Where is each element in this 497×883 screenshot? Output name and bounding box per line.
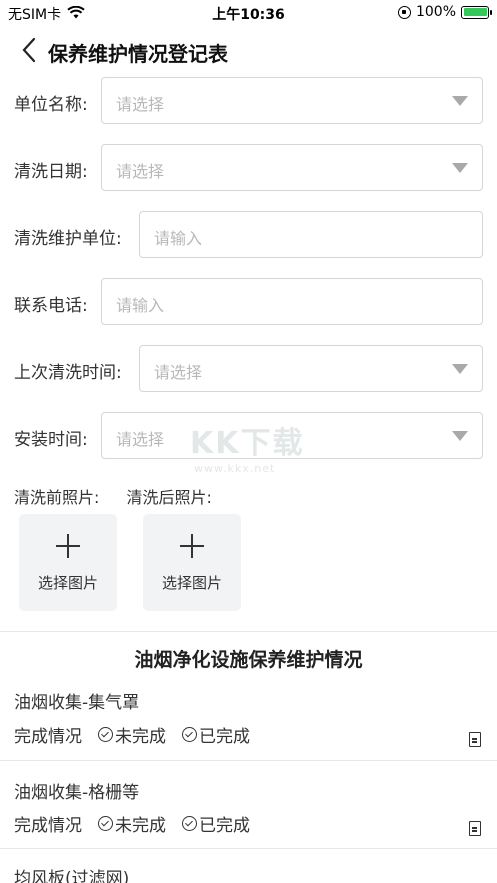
last-clean-label: 上次清洗时间: (14, 363, 122, 383)
option-incomplete[interactable]: 未完成 (98, 811, 166, 836)
install-time-select[interactable]: 请选择 (101, 412, 483, 459)
section-title: 油烟净化设施保养维护情况 (134, 649, 363, 671)
last-clean-placeholder: 请选择 (154, 363, 203, 382)
install-time-label: 安装时间: (14, 430, 88, 450)
after-photo-label: 清洗后照片: (126, 488, 212, 507)
last-clean-row: 上次清洗时间: 请选择 (0, 345, 497, 393)
check-circle-icon (182, 816, 197, 831)
clean-date-row: 清洗日期: 请选择 (0, 144, 497, 192)
option-incomplete[interactable]: 未完成 (98, 722, 166, 747)
item-status: 完成情况 未完成 已完成 (14, 722, 250, 747)
dropdown-arrow-icon (452, 163, 468, 173)
select-image-label: 选择图片 (161, 574, 222, 592)
option-incomplete-label: 未完成 (115, 816, 166, 836)
phone-placeholder: 请输入 (116, 296, 165, 315)
dropdown-arrow-icon (452, 364, 468, 374)
divider (0, 848, 497, 849)
unit-name-label: 单位名称: (14, 95, 88, 115)
battery-percent: 100% (415, 4, 456, 20)
unit-name-placeholder: 请选择 (116, 95, 165, 114)
page-title: 保养维护情况登记表 (48, 42, 228, 66)
divider (0, 631, 497, 632)
install-time-row: 安装时间: 请选择 (0, 412, 497, 460)
check-circle-icon (98, 727, 113, 742)
maintain-unit-label: 清洗维护单位: (14, 229, 122, 249)
option-complete-label: 已完成 (199, 727, 250, 747)
chevron-left-icon (22, 37, 36, 63)
clean-date-placeholder: 请选择 (116, 162, 165, 181)
nav-bar: 保养维护情况登记表 (0, 30, 497, 70)
select-image-label: 选择图片 (37, 574, 98, 592)
orientation-lock-icon (397, 5, 411, 19)
status-label: 完成情况 (14, 816, 82, 836)
option-incomplete-label: 未完成 (115, 727, 166, 747)
clean-date-label: 清洗日期: (14, 162, 88, 182)
photo-labels: 清洗前照片: 清洗后照片: (14, 484, 234, 508)
unit-name-select[interactable]: 请选择 (101, 77, 483, 124)
battery-icon (461, 5, 492, 19)
dropdown-arrow-icon (452, 96, 468, 106)
maintain-unit-placeholder: 请输入 (154, 229, 203, 248)
unit-name-row: 单位名称: 请选择 (0, 77, 497, 125)
check-circle-icon (98, 816, 113, 831)
divider (0, 760, 497, 761)
last-clean-select[interactable]: 请选择 (139, 345, 483, 392)
phone-row: 联系电话: 请输入 (0, 278, 497, 326)
before-photo-picker[interactable]: 选择图片 (19, 514, 117, 611)
item-status: 完成情况 未完成 已完成 (14, 811, 250, 836)
option-complete[interactable]: 已完成 (182, 722, 250, 747)
watermark-url: www.kkx.net (194, 462, 276, 475)
check-circle-icon (182, 727, 197, 742)
install-time-placeholder: 请选择 (116, 430, 165, 449)
after-photo-picker[interactable]: 选择图片 (143, 514, 241, 611)
option-complete[interactable]: 已完成 (182, 811, 250, 836)
maintain-unit-input[interactable]: 请输入 (139, 211, 483, 258)
phone-label: 联系电话: (14, 296, 88, 316)
back-button[interactable] (18, 36, 42, 64)
status-label: 完成情况 (14, 727, 82, 747)
maintain-unit-row: 清洗维护单位: 请输入 (0, 211, 497, 259)
document-icon[interactable] (469, 821, 481, 836)
item-title: 油烟收集-集气罩 (14, 693, 140, 713)
status-bar: 无SIM卡 上午10:36 100% (0, 0, 497, 26)
document-icon[interactable] (469, 732, 481, 747)
clean-date-select[interactable]: 请选择 (101, 144, 483, 191)
item-title: 油烟收集-格栅等 (14, 783, 140, 803)
option-complete-label: 已完成 (199, 816, 250, 836)
item-title: 均风板(过滤网) (14, 869, 130, 883)
before-photo-label: 清洗前照片: (14, 488, 100, 507)
dropdown-arrow-icon (452, 431, 468, 441)
plus-icon (180, 534, 204, 558)
plus-icon (56, 534, 80, 558)
phone-input[interactable]: 请输入 (101, 278, 483, 325)
